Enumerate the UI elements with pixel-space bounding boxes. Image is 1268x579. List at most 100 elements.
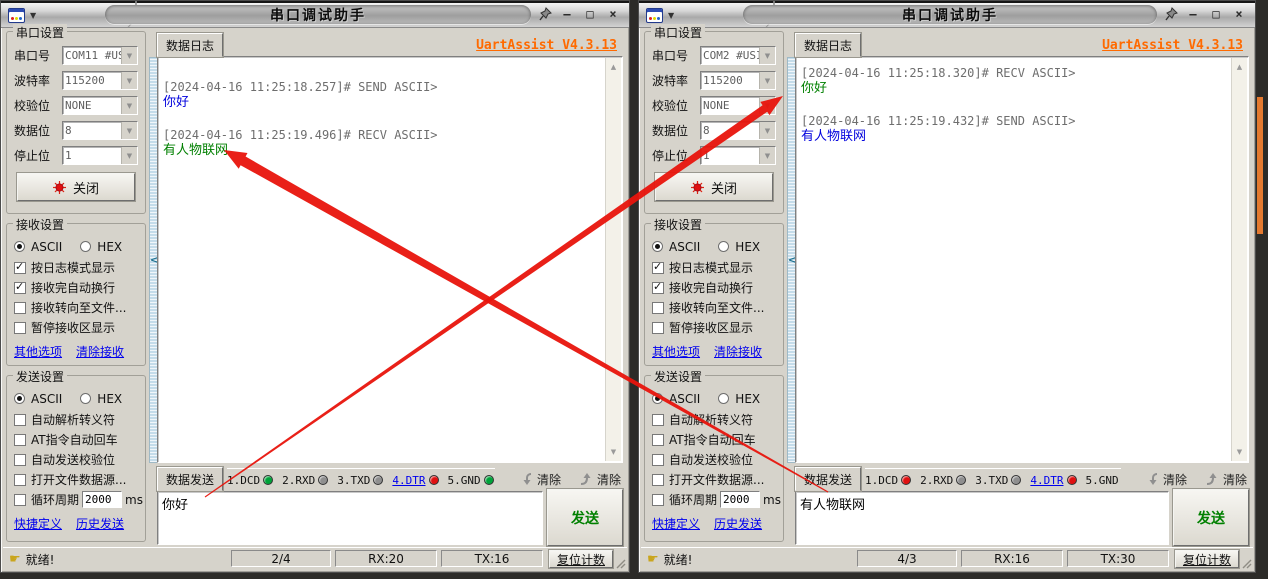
resize-grip[interactable] <box>1241 558 1252 569</box>
close-port-button[interactable]: 关闭 <box>655 173 773 201</box>
auto-checksum-checkbox[interactable] <box>14 453 26 466</box>
cycle-period-input[interactable] <box>82 491 123 508</box>
port-select[interactable]: COM11 #US ▼ <box>62 46 138 65</box>
pin-txd-led <box>373 475 384 485</box>
tab-data-log[interactable]: 数据日志 <box>795 33 862 57</box>
databits-select[interactable]: 8 ▼ <box>700 121 776 140</box>
led-open-icon <box>690 180 704 194</box>
clear-send-button[interactable]: 清除 <box>579 468 621 490</box>
recv-hex-radio[interactable] <box>80 241 92 252</box>
reset-counter-button[interactable]: 复位计数 <box>1175 550 1239 568</box>
pin-icon[interactable] <box>539 7 552 21</box>
close-window-button[interactable]: × <box>1231 7 1247 22</box>
auto-linefeed-checkbox[interactable] <box>14 280 26 294</box>
cycle-checkbox[interactable] <box>652 493 664 506</box>
send-button[interactable]: 发送 <box>1173 489 1249 546</box>
cycle-period-input[interactable] <box>720 491 761 508</box>
scroll-down-icon[interactable]: ▼ <box>606 445 621 459</box>
titlebar-center: 串口调试助手 <box>743 5 1157 24</box>
scroll-down-icon[interactable]: ▼ <box>1232 445 1247 459</box>
maximize-button[interactable]: □ <box>582 7 598 22</box>
recv-to-file-checkbox[interactable] <box>14 301 26 314</box>
group-title: 发送设置 <box>13 368 68 385</box>
resize-grip[interactable] <box>615 558 626 569</box>
databits-label: 数据位 <box>652 124 689 138</box>
data-log-box[interactable]: [2024-04-16 11:25:18.320]# RECV ASCII> 你… <box>795 56 1249 463</box>
recv-hex-radio[interactable] <box>718 241 730 252</box>
file-source-checkbox[interactable] <box>652 473 664 486</box>
pin-dtr[interactable]: 4.DTR <box>1030 474 1077 487</box>
minimize-button[interactable]: – <box>559 7 575 22</box>
other-options-link[interactable]: 其他选项 <box>652 343 700 361</box>
clear-receive-button[interactable]: 清除 <box>1145 468 1187 490</box>
titlebar[interactable]: ▼ 串口调试助手 – □ × <box>1 1 629 28</box>
file-source-checkbox[interactable] <box>14 473 26 486</box>
pin-dtr[interactable]: 4.DTR <box>392 474 439 487</box>
recv-ascii-radio[interactable] <box>14 241 25 252</box>
log-line: [2024-04-16 11:25:19.496]# RECV ASCII> <box>163 128 438 142</box>
minimize-button[interactable]: – <box>1185 7 1201 22</box>
stopbits-select[interactable]: 1 ▼ <box>700 146 776 165</box>
send-ascii-radio[interactable] <box>652 393 663 404</box>
clear-receive-link[interactable]: 清除接收 <box>714 343 762 361</box>
clear-receive-link[interactable]: 清除接收 <box>76 343 124 361</box>
quick-define-link[interactable]: 快捷定义 <box>14 515 62 533</box>
other-options-link[interactable]: 其他选项 <box>14 343 62 361</box>
log-mode-checkbox[interactable] <box>14 260 26 274</box>
log-scrollbar[interactable]: ▲ ▼ <box>605 58 621 461</box>
send-hex-radio[interactable] <box>718 393 730 404</box>
close-window-button[interactable]: × <box>605 7 621 22</box>
tab-data-send[interactable]: 数据发送 <box>795 467 862 491</box>
at-cr-checkbox[interactable] <box>652 433 664 446</box>
chevron-down-icon[interactable]: ▼ <box>668 11 674 20</box>
quick-define-link[interactable]: 快捷定义 <box>652 515 700 533</box>
close-port-button[interactable]: 关闭 <box>17 173 135 201</box>
pause-display-checkbox[interactable] <box>14 321 26 334</box>
send-ascii-radio[interactable] <box>14 393 25 404</box>
send-data-input[interactable]: 你好 <box>157 491 543 545</box>
clear-send-button[interactable]: 清除 <box>1205 468 1247 490</box>
tab-data-log[interactable]: 数据日志 <box>157 33 224 57</box>
recv-ascii-radio[interactable] <box>652 241 663 252</box>
parity-select[interactable]: NONE ▼ <box>62 96 138 115</box>
log-line: 有人物联网 <box>801 129 867 144</box>
databits-select[interactable]: 8 ▼ <box>62 121 138 140</box>
at-cr-checkbox[interactable] <box>14 433 26 446</box>
scroll-up-icon[interactable]: ▲ <box>1232 60 1247 74</box>
baud-select[interactable]: 115200 ▼ <box>700 71 776 90</box>
escape-parse-checkbox[interactable] <box>14 413 26 426</box>
recv-to-file-checkbox[interactable] <box>652 301 664 314</box>
scroll-up-icon[interactable]: ▲ <box>606 60 621 74</box>
history-send-link[interactable]: 历史发送 <box>76 515 124 533</box>
at-cr-label: AT指令自动回车 <box>669 433 756 447</box>
log-mode-checkbox[interactable] <box>652 260 664 274</box>
stopbits-select[interactable]: 1 ▼ <box>62 146 138 165</box>
pin-icon[interactable] <box>1165 7 1178 21</box>
auto-linefeed-label: 接收完自动换行 <box>669 281 754 295</box>
clear-receive-button[interactable]: 清除 <box>519 468 561 490</box>
chevron-down-icon[interactable]: ▼ <box>30 11 36 20</box>
escape-parse-checkbox[interactable] <box>652 413 664 426</box>
pause-display-checkbox[interactable] <box>652 321 664 334</box>
parity-select[interactable]: NONE ▼ <box>700 96 776 115</box>
tab-data-send[interactable]: 数据发送 <box>157 467 224 491</box>
maximize-button[interactable]: □ <box>1208 7 1224 22</box>
data-log-box[interactable]: [2024-04-16 11:25:18.257]# SEND ASCII> 你… <box>157 56 623 463</box>
auto-checksum-checkbox[interactable] <box>652 453 664 466</box>
history-send-link[interactable]: 历史发送 <box>714 515 762 533</box>
titlebar[interactable]: ▼ 串口调试助手 – □ × <box>639 1 1255 28</box>
baud-select[interactable]: 115200 ▼ <box>62 71 138 90</box>
log-scrollbar[interactable]: ▲ ▼ <box>1231 58 1247 461</box>
send-data-input[interactable]: 有人物联网 <box>795 491 1169 545</box>
cycle-checkbox[interactable] <box>14 493 26 506</box>
reset-counter-button[interactable]: 复位计数 <box>549 550 613 568</box>
version-link[interactable]: UartAssist V4.3.13 <box>476 38 617 53</box>
combo-arrow-icon: ▼ <box>759 72 775 89</box>
port-select[interactable]: COM2 #USI ▼ <box>700 46 776 65</box>
send-button[interactable]: 发送 <box>547 489 623 546</box>
ready-status: ☛ 就绪! <box>9 551 54 568</box>
auto-linefeed-checkbox[interactable] <box>652 280 664 294</box>
log-mode-label: 按日志模式显示 <box>31 261 116 275</box>
send-hex-radio[interactable] <box>80 393 92 404</box>
version-link[interactable]: UartAssist V4.3.13 <box>1102 38 1243 53</box>
